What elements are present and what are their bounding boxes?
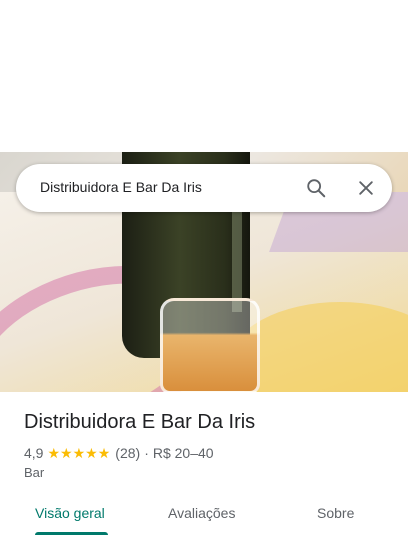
rating-value: 4,9 [24,445,44,461]
search-input[interactable]: Distribuidora E Bar Da Iris [40,179,202,195]
search-button[interactable] [300,172,332,204]
price-range: R$ 20–40 [152,445,214,461]
place-category[interactable]: Bar [24,465,44,480]
tab-reviews[interactable]: Avaliações [168,505,235,521]
place-tabs: Visão geral Avaliações Sobre [0,496,408,544]
review-count[interactable]: (28) [115,445,140,461]
star-icon: ★ [85,445,98,461]
star-icon: ★ [97,445,111,461]
rating-row[interactable]: 4,9 ★ ★ ★ ★ ★ (28) · R$ 20–40 [24,445,214,461]
star-icon: ★ [72,445,86,461]
rating-stars: ★ ★ ★ ★ ★ [47,446,110,460]
search-icon [307,179,326,198]
close-button[interactable] [350,172,382,204]
photo-glass [160,298,260,392]
top-blank-area [0,0,408,152]
search-bar[interactable]: Distribuidora E Bar Da Iris [16,164,392,212]
place-info: Distribuidora E Bar Da Iris 4,9 ★ ★ ★ ★ … [24,409,394,480]
tab-overview[interactable]: Visão geral [35,505,105,521]
close-icon [359,181,373,195]
separator-dot: · [144,445,149,461]
place-title: Distribuidora E Bar Da Iris [24,411,256,433]
star-icon: ★ [60,445,73,461]
active-tab-indicator [35,532,108,535]
tab-about[interactable]: Sobre [317,505,354,521]
star-icon: ★ [47,445,61,461]
